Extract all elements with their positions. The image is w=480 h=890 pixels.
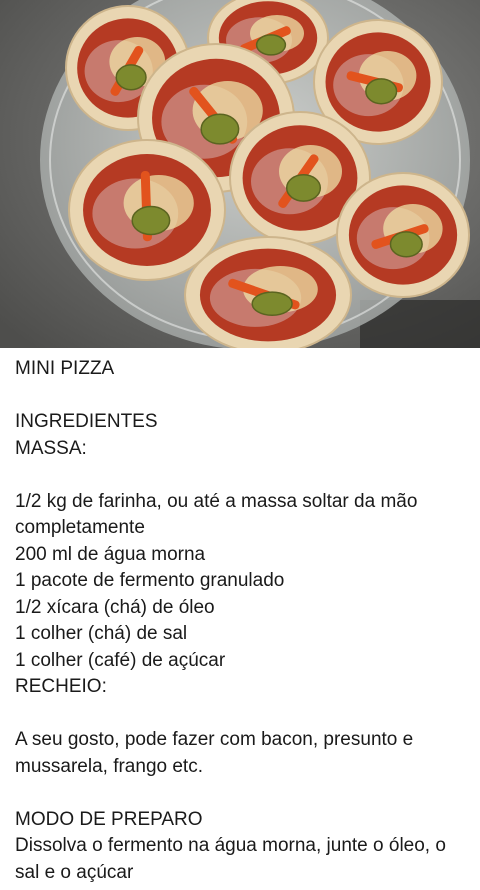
ingredients-heading: INGREDIENTES [15,411,158,432]
filling-text: A seu gosto, pode fazer com bacon, presu… [15,729,414,777]
olive [200,113,240,145]
olive [285,173,322,202]
ingredient-item: 1 colher (chá) de sal [15,623,188,644]
ingredient-item: 200 ml de água morna [15,543,206,565]
ingredient-item: 1/2 xícara (chá) de óleo [15,596,215,618]
mini-pizzas-photo [0,0,480,348]
olive [251,291,293,317]
ingredient-item: 1/2 kg de farinha, ou até a massa soltar… [15,490,418,539]
mini-pizza [336,172,470,298]
olive [131,205,171,236]
method-heading: MODO DE PREPARO [15,808,203,830]
ingredient-item: 1 pacote de fermento granulado [15,570,285,591]
filling-heading: RECHEIO: [15,676,107,697]
method-text: Dissolva o fermento na água morna, junte… [15,835,446,883]
olive [255,34,287,56]
dough-heading: MASSA: [15,437,87,459]
olive [365,78,398,105]
mini-pizza [184,236,352,348]
olive [115,64,147,91]
olive [389,231,423,258]
ingredient-item: 1 colher (café) de açúcar [15,649,226,671]
recipe-text: MINI PIZZA INGREDIENTES MASSA: 1/2 kg de… [15,356,475,886]
pizza-illustration [0,0,480,348]
recipe-title: MINI PIZZA [15,358,115,379]
